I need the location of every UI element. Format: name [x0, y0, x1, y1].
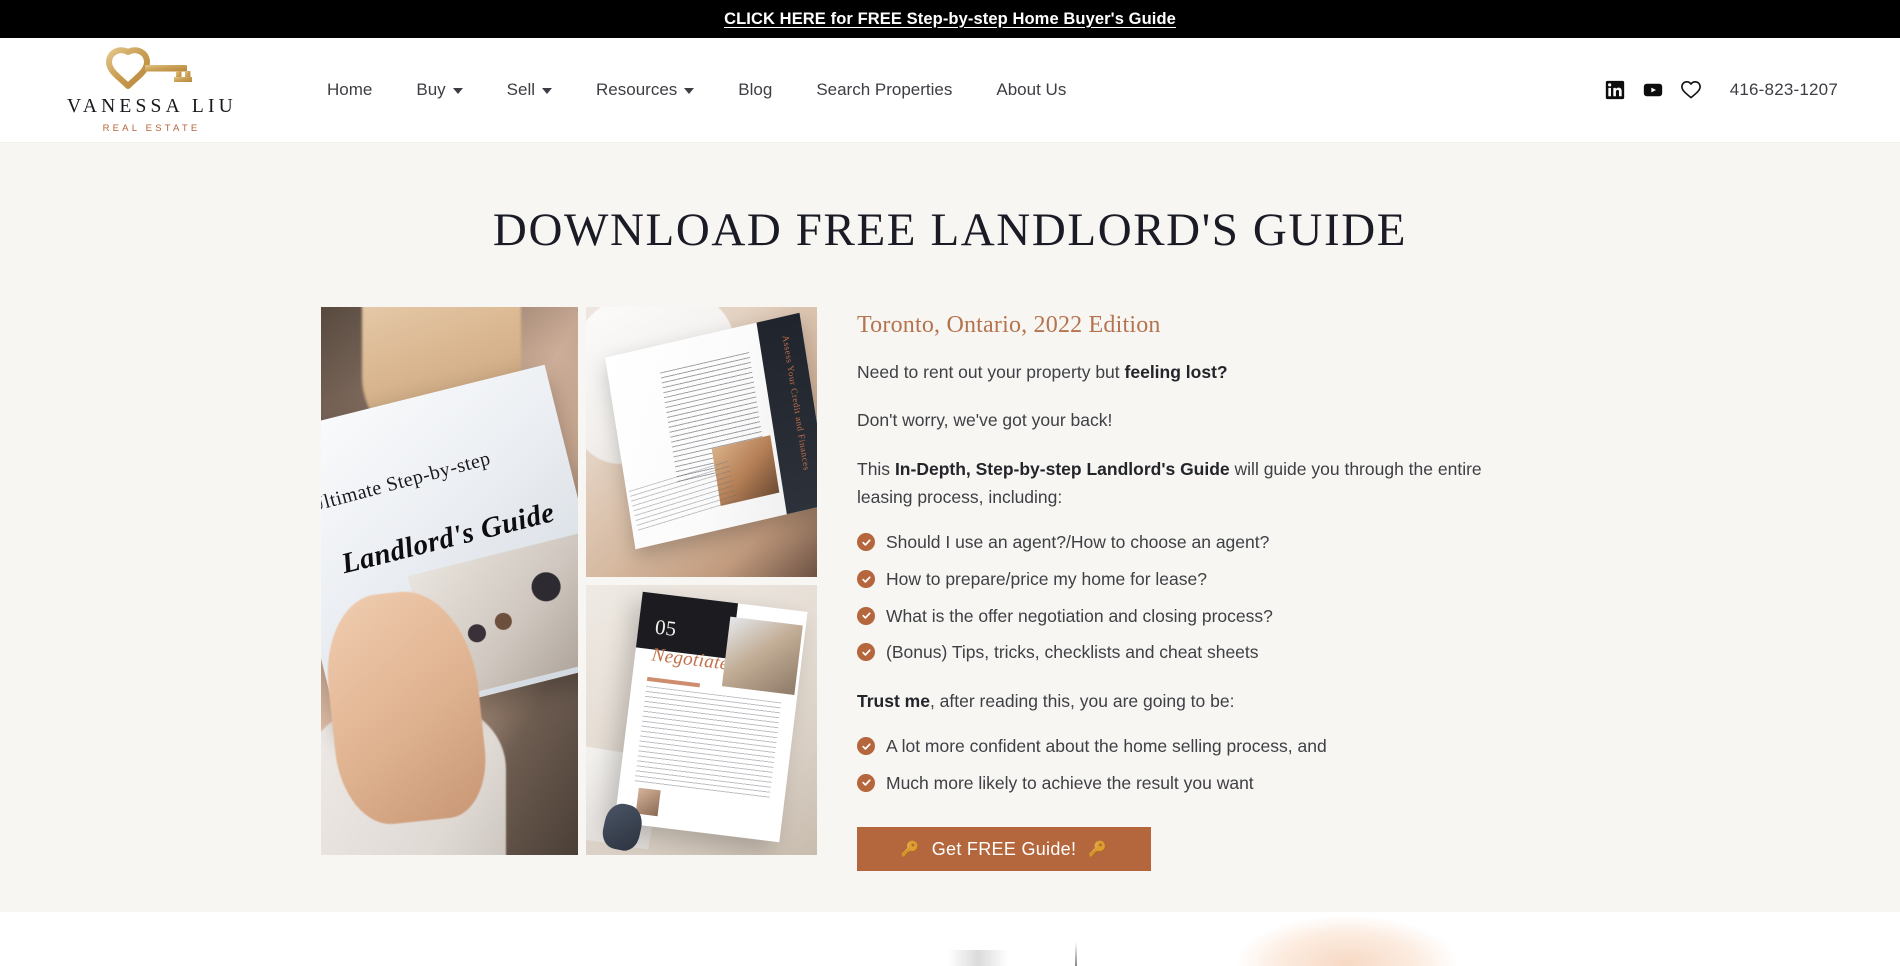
cta-label: Get FREE Guide! — [931, 838, 1077, 859]
chapter-number: 05 — [653, 614, 678, 642]
edition-label: Toronto, Ontario, 2022 Edition — [857, 312, 1161, 338]
intro-1-bold: feeling lost? — [1124, 362, 1228, 382]
guide-thumbnail-column: Assess Your Credit and Finances 05 Negot… — [586, 307, 817, 855]
list-item-label: What is the offer negotiation and closin… — [886, 605, 1273, 626]
list-item: What is the offer negotiation and closin… — [857, 605, 1497, 629]
nav-item-search-properties[interactable]: Search Properties — [794, 72, 974, 108]
key-icon-right: 🔑 — [1088, 841, 1108, 859]
list-item: Much more likely to achieve the result y… — [857, 772, 1497, 796]
heart-key-icon — [106, 46, 192, 89]
list-item-label: Should I use an agent?/How to choose an … — [886, 532, 1270, 553]
key-icon-left: 🔑 — [900, 841, 920, 859]
list-item-label: How to prepare/price my home for lease? — [886, 569, 1207, 589]
list-item-label: (Bonus) Tips, tricks, checklists and che… — [886, 642, 1259, 663]
page-photo — [721, 616, 803, 695]
chevron-down-icon — [684, 88, 695, 94]
nav-label-search-properties: Search Properties — [816, 80, 953, 99]
site-logo[interactable]: VANESSA LIU REAL ESTATE — [64, 46, 236, 134]
trust-bold: Trust me — [857, 690, 930, 711]
intro-paragraph-3: This In-Depth, Step-by-step Landlord's G… — [857, 455, 1497, 512]
nav-label-about-us: About Us — [996, 80, 1067, 99]
guide-copy-column: Toronto, Ontario, 2022 Edition Need to r… — [857, 307, 1497, 872]
next-section-element — [1075, 942, 1077, 966]
hero-content: Ultimate Step-by-step Landlord's Guide A… — [321, 307, 1579, 872]
check-circle-icon — [857, 773, 875, 792]
trust-rest: , after reading this, you are going to b… — [929, 690, 1235, 711]
negotiate-page: 05 Negotiate — [614, 591, 808, 843]
guide-negotiate-page-image[interactable]: 05 Negotiate — [586, 585, 817, 855]
heart-icon[interactable] — [1672, 71, 1710, 109]
phone-number[interactable]: 416-823-1207 — [1730, 80, 1838, 100]
site-header: VANESSA LIU REAL ESTATE Home Buy Sell Re… — [0, 38, 1900, 143]
page-subheading-rule — [646, 676, 700, 688]
nav-label-sell: Sell — [506, 80, 536, 99]
list-item: (Bonus) Tips, tricks, checklists and che… — [857, 641, 1497, 665]
nav-label-resources: Resources — [596, 80, 678, 99]
nav-item-blog[interactable]: Blog — [716, 72, 794, 108]
feature-list: Should I use an agent?/How to choose an … — [857, 531, 1497, 665]
nav-item-home[interactable]: Home — [305, 72, 394, 108]
check-circle-icon — [857, 570, 875, 588]
next-section-graphic — [1238, 916, 1456, 966]
youtube-icon[interactable] — [1634, 71, 1672, 109]
nav-label-blog: Blog — [738, 80, 773, 99]
chevron-down-icon — [452, 88, 463, 94]
nav-label-home: Home — [327, 80, 373, 99]
nav-item-sell[interactable]: Sell — [485, 72, 574, 108]
chevron-down-icon — [542, 88, 553, 94]
page-body-text — [633, 685, 782, 800]
intro-paragraph-1: Need to rent out your property but feeli… — [857, 358, 1497, 386]
main-navigation: Home Buy Sell Resources Blog Search Prop… — [305, 72, 1088, 108]
guide-image-collage: Ultimate Step-by-step Landlord's Guide A… — [321, 307, 817, 855]
hero-section: DOWNLOAD FREE LANDLORD'S GUIDE Ultimate … — [0, 143, 1900, 912]
intro-paragraph-2: Don't worry, we've got your back! — [857, 410, 1113, 431]
check-circle-icon — [857, 606, 875, 625]
list-item: How to prepare/price my home for lease? — [857, 568, 1497, 592]
list-item-label: Much more likely to achieve the result y… — [886, 772, 1254, 793]
intro-3-bold: In-Depth, Step-by-step Landlord's Guide — [894, 458, 1230, 479]
logo-name: VANESSA LIU — [67, 95, 237, 117]
promo-banner: CLICK HERE for FREE Step-by-step Home Bu… — [0, 0, 1900, 38]
list-item-label: A lot more confident about the home sell… — [886, 736, 1327, 757]
nav-label-buy: Buy — [416, 80, 446, 99]
check-circle-icon — [857, 643, 875, 662]
linkedin-icon[interactable] — [1596, 71, 1634, 109]
outcome-list: A lot more confident about the home sell… — [857, 735, 1497, 795]
intro-1-plain: Need to rent out your property but — [857, 362, 1125, 382]
check-circle-icon — [857, 533, 875, 552]
logo-tagline: REAL ESTATE — [102, 123, 201, 135]
intro-3-pre: This — [857, 458, 895, 479]
check-circle-icon — [857, 737, 875, 756]
guide-cover-image[interactable]: Ultimate Step-by-step Landlord's Guide — [321, 307, 578, 855]
nav-item-buy[interactable]: Buy — [394, 72, 484, 108]
guide-cover-line-1: Ultimate Step-by-step — [321, 446, 493, 517]
list-item: Should I use an agent?/How to choose an … — [857, 531, 1497, 555]
next-section-element — [948, 950, 1008, 966]
next-section-peek — [0, 912, 1900, 966]
list-item: A lot more confident about the home sell… — [857, 735, 1497, 759]
get-free-guide-button[interactable]: 🔑 Get FREE Guide! 🔑 — [857, 827, 1151, 872]
promo-banner-link[interactable]: CLICK HERE for FREE Step-by-step Home Bu… — [724, 10, 1176, 29]
header-utility-area: 416-823-1207 — [1596, 71, 1838, 109]
trust-paragraph: Trust me, after reading this, you are go… — [857, 687, 1497, 715]
nav-item-resources[interactable]: Resources — [574, 72, 716, 108]
guide-inside-image[interactable]: Assess Your Credit and Finances — [586, 307, 817, 577]
page-title: DOWNLOAD FREE LANDLORD'S GUIDE — [492, 204, 1408, 256]
nav-item-about-us[interactable]: About Us — [974, 72, 1088, 108]
